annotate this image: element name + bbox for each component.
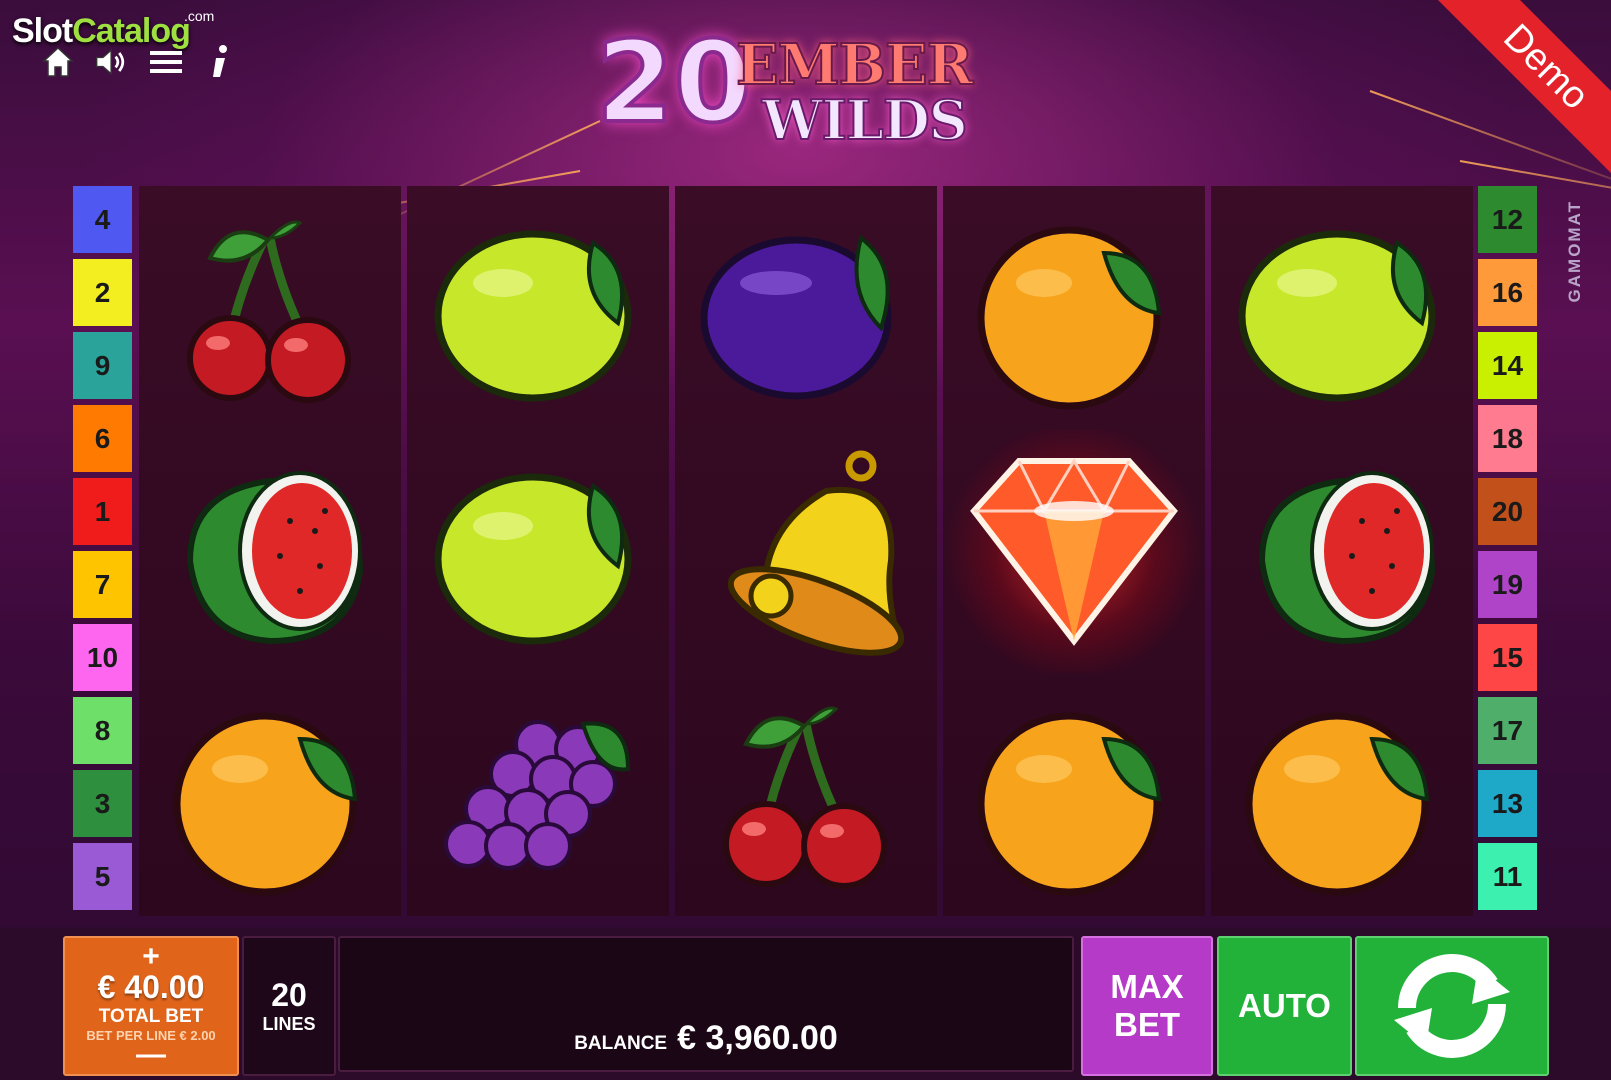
payline-5[interactable]: 5 (73, 843, 132, 910)
message-balance-panel: BALANCE € 3,960.00 (338, 936, 1074, 1072)
reels-grid (139, 186, 1473, 916)
grapes-icon (407, 673, 669, 916)
orange-icon (1211, 673, 1473, 916)
diamond-icon (943, 429, 1205, 673)
payline-16[interactable]: 16 (1478, 259, 1537, 326)
demo-ribbon: Demo (1437, 0, 1611, 176)
payline-6[interactable]: 6 (73, 405, 132, 472)
payline-3[interactable]: 3 (73, 770, 132, 837)
payline-10[interactable]: 10 (73, 624, 132, 691)
payline-8[interactable]: 8 (73, 697, 132, 764)
orange-icon (139, 673, 401, 916)
payline-15[interactable]: 15 (1478, 624, 1537, 691)
max-bet-label-2: BET (1114, 1006, 1180, 1043)
home-icon[interactable] (40, 44, 76, 80)
lines-value: 20 (271, 977, 307, 1013)
bet-increase-button[interactable]: + (142, 942, 160, 972)
top-toolbar (40, 44, 238, 80)
spin-button[interactable] (1355, 936, 1549, 1076)
lines-display: 20 LINES (242, 936, 336, 1076)
paylines-left: 4 2 9 6 1 7 10 8 3 5 (73, 186, 132, 916)
total-bet-value: € 40.00 (97, 969, 205, 1005)
lemon-icon (407, 429, 669, 672)
paylines-right: 12 16 14 18 20 19 15 17 13 11 (1478, 186, 1537, 916)
payline-7[interactable]: 7 (73, 551, 132, 618)
spin-arrows-icon (1394, 954, 1510, 1058)
payline-4[interactable]: 4 (73, 186, 132, 253)
lemon-icon (407, 186, 669, 429)
orange-icon (943, 673, 1205, 916)
orange-icon (943, 186, 1205, 429)
bell-icon (675, 429, 937, 672)
game-title-logo: 20 EMBER WILDS (594, 16, 996, 156)
balance-value: € 3,960.00 (677, 1019, 838, 1057)
info-icon[interactable] (202, 44, 238, 80)
watermark-com: .com (184, 8, 215, 24)
payline-9[interactable]: 9 (73, 332, 132, 399)
payline-12[interactable]: 12 (1478, 186, 1537, 253)
payline-14[interactable]: 14 (1478, 332, 1537, 399)
bet-decrease-button[interactable]: — (136, 1040, 166, 1070)
reel-4 (943, 186, 1205, 916)
payline-13[interactable]: 13 (1478, 770, 1537, 837)
total-bet-label: TOTAL BET (98, 1006, 204, 1027)
watermelon-icon (139, 429, 401, 672)
title-wilds: WILDS (761, 87, 969, 153)
balance-label: BALANCE (574, 1033, 668, 1054)
lemon-icon (1211, 186, 1473, 429)
payline-11[interactable]: 11 (1478, 843, 1537, 910)
reel-1 (139, 186, 401, 916)
reel-5 (1211, 186, 1473, 916)
max-bet-button[interactable]: MAX BET (1081, 936, 1213, 1076)
title-number: 20 (594, 16, 754, 150)
cherry-icon (675, 673, 937, 916)
payline-17[interactable]: 17 (1478, 697, 1537, 764)
plum-icon (675, 186, 937, 429)
cherry-icon (139, 186, 401, 429)
provider-logo: GAMOMAT (1565, 200, 1584, 303)
payline-20[interactable]: 20 (1478, 478, 1537, 545)
lines-label: LINES (262, 1014, 316, 1034)
max-bet-label-1: MAX (1110, 968, 1184, 1005)
reel-2 (407, 186, 669, 916)
reel-3 (675, 186, 937, 916)
watermelon-icon (1211, 429, 1473, 672)
autoplay-button[interactable]: AUTO (1217, 936, 1352, 1076)
menu-icon[interactable] (148, 44, 184, 80)
payline-1[interactable]: 1 (73, 478, 132, 545)
speaker-icon[interactable] (94, 44, 130, 80)
payline-19[interactable]: 19 (1478, 551, 1537, 618)
total-bet-control[interactable]: + € 40.00 TOTAL BET BET PER LINE € 2.00 … (63, 936, 239, 1076)
payline-18[interactable]: 18 (1478, 405, 1537, 472)
payline-2[interactable]: 2 (73, 259, 132, 326)
game-stage: { "watermark": { "slot": "Slot", "catalo… (0, 0, 1611, 1080)
autoplay-label: AUTO (1238, 987, 1331, 1024)
